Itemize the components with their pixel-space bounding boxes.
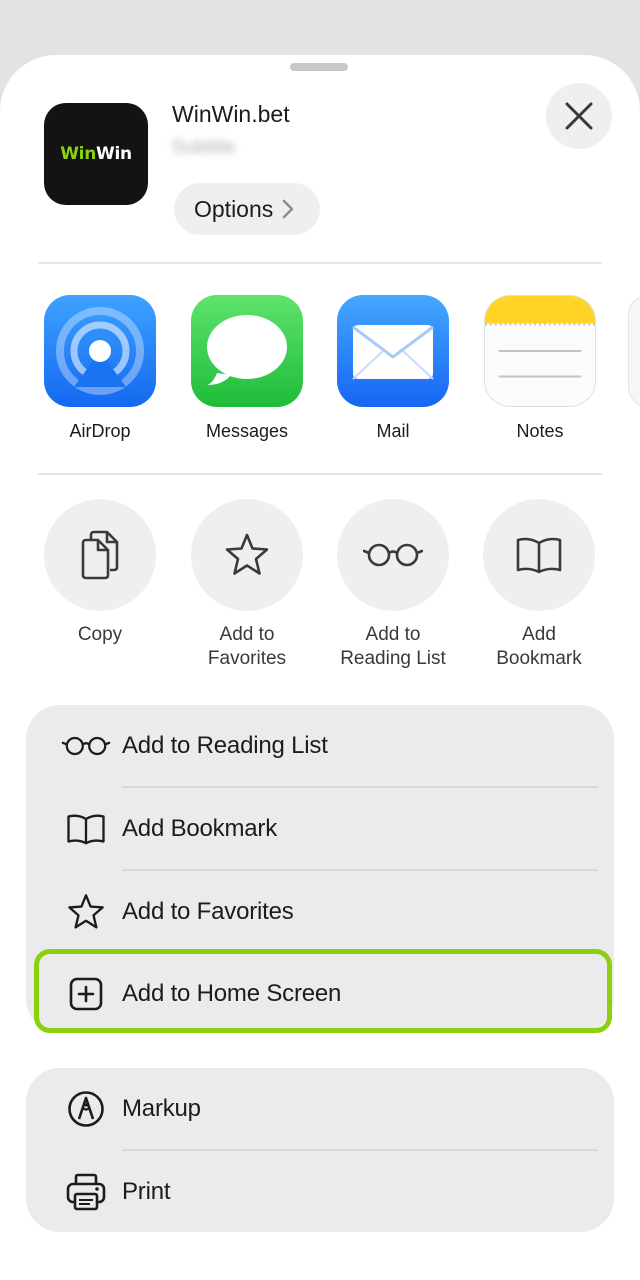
messages-icon [191, 295, 303, 407]
list-item-add-to-home-screen[interactable]: Add to Home Screen [26, 953, 614, 1035]
list-item-markup[interactable]: Markup [26, 1068, 614, 1150]
close-icon [565, 102, 593, 130]
share-app-notes[interactable]: Notes [480, 295, 600, 442]
site-subtitle: Subtitle [172, 137, 236, 158]
list-item-label: Add Bookmark [122, 815, 278, 842]
plus-square-icon [66, 974, 106, 1014]
app-label: AirDrop [69, 421, 131, 441]
markup-icon [66, 1089, 106, 1129]
action-label: Add to Reading List [340, 624, 446, 669]
glasses-icon [60, 726, 112, 766]
share-app-airdrop[interactable]: AirDrop [40, 295, 160, 442]
options-button[interactable]: Options [174, 183, 320, 235]
list-item-label: Markup [122, 1095, 201, 1122]
action-copy[interactable]: Copy [30, 499, 170, 647]
share-sheet: WinWin WinWin.bet Subtitle Options AirDr… [0, 55, 640, 1280]
action-add-to-favorites[interactable]: Add to Favorites [177, 499, 317, 671]
action-label: Add to Favorites [207, 624, 287, 669]
sheet-grabber[interactable] [290, 63, 348, 71]
actions-list-group-1: Add to Reading List Add Bookmark Add to … [26, 705, 614, 1033]
app-label: Messages [205, 421, 289, 441]
divider [38, 473, 602, 475]
printer-icon [66, 1172, 106, 1212]
list-item-label: Add to Favorites [122, 898, 294, 925]
site-title: WinWin.bet [172, 101, 290, 127]
share-app-messages[interactable]: Messages [187, 295, 307, 442]
options-label: Options [194, 195, 274, 222]
app-label: Mail [376, 421, 410, 441]
book-icon [483, 499, 595, 611]
share-app-mail[interactable]: Mail [333, 295, 453, 442]
close-button[interactable] [546, 83, 612, 149]
glasses-icon [337, 499, 449, 611]
chevron-right-icon [282, 199, 294, 219]
app-label: Notes [516, 421, 564, 441]
action-label: Add Bookmark [496, 624, 582, 669]
star-icon [66, 892, 106, 932]
copy-icon [44, 499, 156, 611]
share-app-more[interactable] [628, 295, 640, 407]
divider [38, 262, 602, 264]
list-item-label: Print [122, 1178, 171, 1205]
site-app-icon: WinWin [44, 103, 148, 205]
app-logo: WinWin [60, 144, 132, 164]
action-label: Copy [77, 624, 123, 645]
actions-list-group-2: Markup Print [26, 1068, 614, 1232]
action-add-to-reading-list[interactable]: Add to Reading List [323, 499, 463, 671]
list-item-add-to-favorites[interactable]: Add to Favorites [26, 871, 614, 953]
list-item-print[interactable]: Print [26, 1151, 614, 1233]
airdrop-icon [44, 295, 156, 407]
star-icon [191, 499, 303, 611]
action-add-bookmark[interactable]: Add Bookmark [469, 499, 609, 671]
list-item-add-bookmark[interactable]: Add Bookmark [26, 788, 614, 870]
mail-icon [337, 295, 449, 407]
book-icon [66, 809, 106, 849]
list-item-add-to-reading-list[interactable]: Add to Reading List [26, 705, 614, 787]
list-item-label: Add to Reading List [122, 732, 328, 759]
notes-icon [484, 295, 596, 407]
list-item-label: Add to Home Screen [122, 980, 342, 1007]
